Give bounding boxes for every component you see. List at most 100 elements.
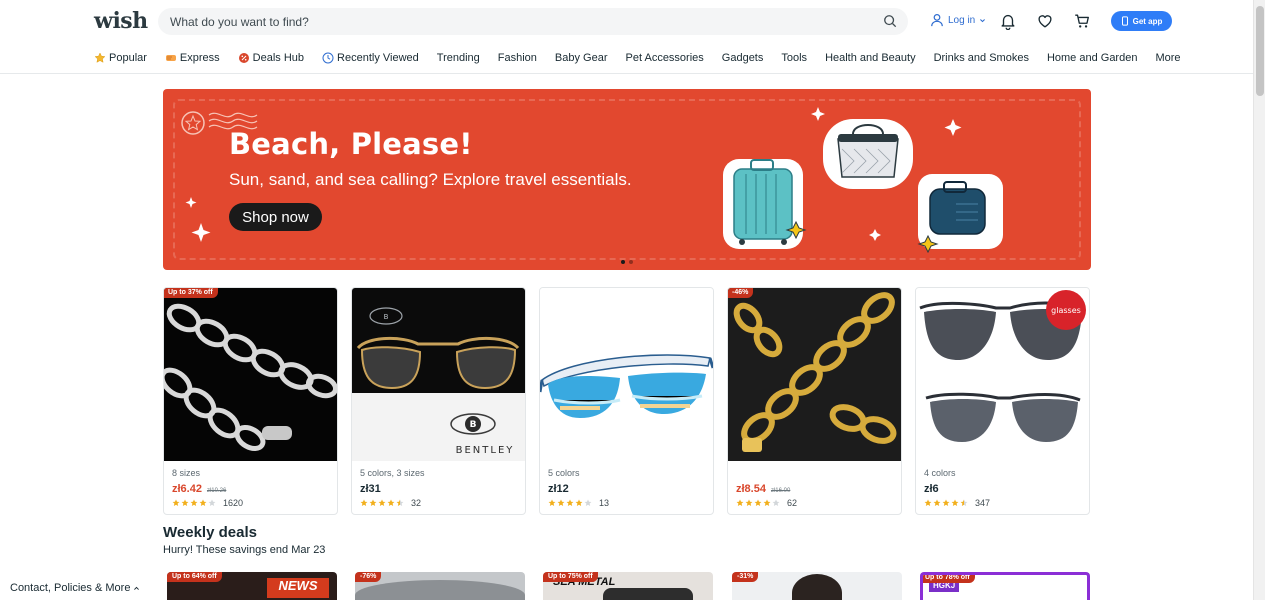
- travel-illustration: [723, 107, 1003, 254]
- nav-item-home-garden[interactable]: Home and Garden: [1047, 52, 1138, 64]
- svg-text:B: B: [384, 313, 389, 321]
- product-image-silver-chain: [164, 288, 337, 461]
- weekly-deal-card[interactable]: -76%: [355, 572, 525, 600]
- weekly-deal-card[interactable]: HGKJ Up to 78% off: [920, 572, 1090, 600]
- nav-label: Pet Accessories: [625, 52, 704, 64]
- weekly-deals-title: Weekly deals: [163, 524, 257, 541]
- product-card[interactable]: glasses 4 colors zł6 347: [915, 287, 1090, 515]
- category-nav: Popular Express Deals Hub Recently Viewe…: [94, 50, 1199, 66]
- review-count: 13: [599, 498, 610, 508]
- banner-title: Beach, Please!: [229, 127, 473, 161]
- price-value: zł6: [924, 483, 939, 495]
- nav-item-express[interactable]: Express: [165, 52, 220, 64]
- product-price: zł31: [360, 483, 381, 495]
- search-bar[interactable]: [158, 8, 908, 35]
- price-value: zł12: [548, 483, 569, 495]
- discount-badge: Up to 37% off: [164, 288, 218, 298]
- product-card[interactable]: -46% zł8.54 zł16.00 62: [727, 287, 902, 515]
- product-rating: 1620: [172, 498, 243, 508]
- carousel-dots: [621, 260, 633, 264]
- star-icon: [208, 499, 216, 506]
- bell-icon[interactable]: [999, 12, 1017, 30]
- weekly-deal-card[interactable]: -31%: [732, 572, 902, 600]
- carousel-dot-active[interactable]: [621, 260, 625, 264]
- deal-image-shape: [603, 588, 693, 600]
- scrollbar-thumb[interactable]: [1256, 6, 1264, 96]
- nav-label: Baby Gear: [554, 52, 608, 64]
- glasses-tag: glasses: [1051, 306, 1081, 315]
- nav-item-gadgets[interactable]: Gadgets: [722, 52, 764, 64]
- nav-label: Tools: [781, 52, 808, 64]
- contact-policies-link[interactable]: Contact, Policies & More: [10, 582, 145, 594]
- product-rating: 347: [924, 498, 990, 508]
- product-price: zł12: [548, 483, 569, 495]
- star-icon: [745, 499, 753, 506]
- deal-image-shape: [355, 580, 525, 600]
- carousel-dot[interactable]: [629, 260, 633, 264]
- nav-item-popular[interactable]: Popular: [94, 52, 147, 64]
- get-app-button[interactable]: Get app: [1111, 11, 1172, 31]
- hero-banner[interactable]: Beach, Please! Sun, sand, and sea callin…: [163, 89, 1091, 270]
- clock-icon: [322, 52, 334, 64]
- product-variants: 4 colors: [924, 468, 956, 478]
- nav-label: Fashion: [497, 52, 537, 64]
- product-rating: 62: [736, 498, 797, 508]
- product-price: zł6.42 zł10.26: [172, 483, 226, 495]
- product-rating: 13: [548, 498, 609, 508]
- nav-label: Trending: [436, 52, 480, 64]
- review-count: 62: [787, 498, 798, 508]
- weekly-deal-card[interactable]: NEWS Up to 64% off: [167, 572, 337, 600]
- login-button[interactable]: Log in: [930, 13, 986, 27]
- search-icon[interactable]: [883, 14, 897, 28]
- nav-item-trending[interactable]: Trending: [437, 52, 480, 64]
- nav-item-pet-accessories[interactable]: Pet Accessories: [626, 52, 704, 64]
- star-icon: [951, 499, 959, 506]
- star-icon: [378, 499, 386, 506]
- svg-text:B: B: [470, 420, 477, 430]
- star-icon: [396, 499, 404, 506]
- chevron-up-icon: [134, 586, 140, 590]
- star-icon: [754, 499, 762, 506]
- user-icon: [931, 13, 943, 27]
- price-value: zł8.54: [736, 483, 766, 495]
- product-card[interactable]: B B BENTLEY 5 colors, 3 sizes zł31 32: [351, 287, 526, 515]
- product-rating: 32: [360, 498, 421, 508]
- nav-item-drinks-smokes[interactable]: Drinks and Smokes: [934, 52, 1029, 64]
- nav-label: Deals Hub: [252, 52, 305, 64]
- star-icon: [736, 499, 744, 506]
- footer-link-label: Contact, Policies & More: [10, 582, 131, 594]
- price-value: zł31: [360, 483, 381, 495]
- star-icon: [387, 499, 395, 506]
- cart-icon[interactable]: [1073, 12, 1091, 30]
- product-image-aviator-sunglasses: glasses: [916, 288, 1089, 461]
- nav-item-baby-gear[interactable]: Baby Gear: [555, 52, 608, 64]
- wish-logo[interactable]: wish: [94, 8, 148, 34]
- star-icon: [772, 499, 780, 506]
- old-price: zł10.26: [206, 488, 227, 494]
- deal-image-text: NEWS: [267, 578, 329, 598]
- nav-label: Express: [179, 52, 220, 64]
- nav-item-deals-hub[interactable]: Deals Hub: [238, 52, 304, 64]
- get-app-label: Get app: [1132, 16, 1163, 26]
- star-icon: [172, 499, 180, 506]
- nav-item-fashion[interactable]: Fashion: [498, 52, 537, 64]
- nav-item-tools[interactable]: Tools: [781, 52, 807, 64]
- nav-item-health-beauty[interactable]: Health and Beauty: [825, 52, 916, 64]
- nav-item-recently-viewed[interactable]: Recently Viewed: [322, 52, 419, 64]
- shop-now-button[interactable]: Shop now: [229, 203, 322, 231]
- page-scrollbar[interactable]: [1253, 0, 1265, 600]
- star-icon: [94, 52, 106, 63]
- nav-item-more[interactable]: More: [1155, 52, 1180, 64]
- star-icon: [924, 499, 932, 506]
- search-input[interactable]: [170, 11, 870, 32]
- star-icon: [190, 499, 198, 506]
- heart-icon[interactable]: [1036, 12, 1054, 30]
- nav-label: More: [1155, 52, 1181, 64]
- weekly-deal-card[interactable]: SEA METAL Up to 75% off: [543, 572, 713, 600]
- review-count: 32: [411, 498, 422, 508]
- discount-badge: -76%: [355, 572, 382, 582]
- product-card[interactable]: 5 colors zł12 13: [539, 287, 714, 515]
- product-card[interactable]: Up to 37% off 8 sizes zł6.42 zł10.26 1620: [163, 287, 338, 515]
- product-image-sport-sunglasses: [540, 288, 713, 461]
- nav-label: Recently Viewed: [337, 52, 419, 64]
